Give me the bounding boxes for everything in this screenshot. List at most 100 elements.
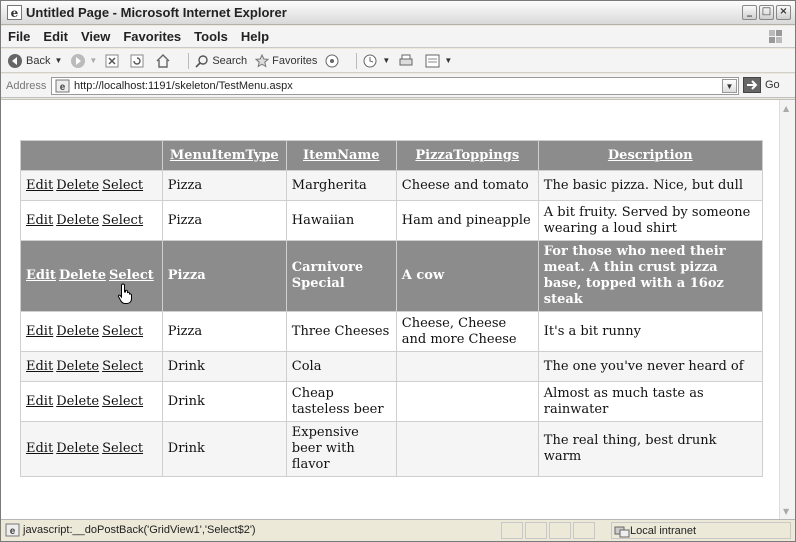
edit-button[interactable]: ▼ [425,54,452,68]
cell-description: It's a bit runny [537,311,763,352]
delete-link[interactable]: Delete [56,394,99,409]
edit-link[interactable]: Edit [26,359,53,374]
history-button[interactable]: ▼ [363,54,390,68]
go-arrow-icon [743,77,761,93]
refresh-button[interactable] [130,54,147,68]
media-button[interactable] [325,54,342,68]
scroll-up-icon[interactable]: ▲ [783,104,789,113]
command-cell: Edit Delete Select [20,240,163,312]
table-row: Edit Delete Select Pizza Hawaiian Ham and pin… [20,200,763,241]
select-link[interactable]: Select [109,268,154,283]
command-cell: Edit Delete Select [20,200,163,241]
cell-menuitemtype: Drink [161,421,287,477]
menu-view[interactable]: View [74,26,116,44]
select-link[interactable]: Select [102,394,143,409]
address-label: Address [6,80,47,92]
menu-favorites[interactable]: Favorites [116,26,187,44]
edit-link[interactable]: Edit [26,213,53,228]
cell-itemname: Three Cheeses [285,311,397,352]
command-cell: Edit Delete Select [20,421,163,477]
edit-link[interactable]: Edit [26,178,53,193]
status-pane [525,522,547,539]
go-label: Go [765,79,780,91]
toolbar-separator [188,52,190,69]
cell-pizzatoppings [395,351,539,382]
toolbar-separator [356,52,358,69]
mail-button[interactable] [398,54,417,68]
menu-bar: File Edit View Favorites Tools Help [1,26,795,48]
cell-description: The real thing, best drunk warm [537,421,763,477]
maximize-button[interactable]: □ [759,5,774,20]
minimize-button[interactable]: _ [742,5,757,20]
cell-itemname: Carnivore Special [285,240,397,312]
forward-button[interactable]: ▼ [70,53,97,69]
delete-link[interactable]: Delete [56,178,99,193]
menu-tools[interactable]: Tools [187,26,234,44]
back-button[interactable]: Back ▼ [7,53,62,69]
history-icon [363,54,377,67]
cell-description: Almost as much taste as rainwater [537,381,763,422]
address-dropdown-icon[interactable]: ▼ [722,79,737,93]
select-link[interactable]: Select [102,324,143,339]
cell-menuitemtype: Pizza [161,170,287,201]
gridview-table: MenuItemType ItemName PizzaToppings Desc… [20,140,763,477]
favorites-button[interactable]: Favorites [255,53,318,68]
svg-text:e: e [11,6,19,20]
cell-pizzatoppings: A cow [395,240,539,312]
home-button[interactable] [155,53,174,68]
search-button[interactable]: Search [195,54,247,68]
cell-pizzatoppings: Cheese, Cheese and more Cheese [395,311,539,352]
windows-logo-icon [769,30,782,43]
intranet-icon [614,526,630,538]
toolbar: Back ▼ ▼ Search Favorites ▼ ▼ [1,49,795,73]
delete-link[interactable]: Delete [56,324,99,339]
header-itemname[interactable]: ItemName [285,140,397,171]
cell-pizzatoppings [395,421,539,477]
window-title: Untitled Page - Microsoft Internet Explo… [26,5,287,20]
cell-menuitemtype: Drink [161,381,287,422]
command-cell: Edit Delete Select [20,170,163,201]
header-description[interactable]: Description [537,140,763,171]
cell-itemname: Expensive beer with flavor [285,421,397,477]
page-status-icon: e [5,523,20,537]
select-link[interactable]: Select [102,441,143,456]
command-cell: Edit Delete Select [20,381,163,422]
edit-link[interactable]: Edit [26,268,56,283]
cell-menuitemtype: Pizza [161,240,287,312]
stop-button[interactable] [105,54,122,68]
address-field[interactable]: e http://localhost:1191/skeleton/TestMen… [51,77,739,95]
delete-link[interactable]: Delete [56,213,99,228]
edit-link[interactable]: Edit [26,441,53,456]
cell-pizzatoppings: Cheese and tomato [395,170,539,201]
table-row: Edit Delete Select Drink Cheap tasteless bee… [20,381,763,422]
delete-link[interactable]: Delete [59,268,106,283]
header-pizzatoppings[interactable]: PizzaToppings [395,140,539,171]
cell-menuitemtype: Drink [161,351,287,382]
page-icon: e [55,79,70,93]
menu-file[interactable]: File [1,26,36,44]
table-row: Edit Delete Select Pizza Margherita Cheese an… [20,170,763,201]
cell-description: For those who need their meat. A thin cr… [537,240,763,312]
select-link[interactable]: Select [102,213,143,228]
select-link[interactable]: Select [102,178,143,193]
svg-text:e: e [10,526,16,537]
page-edit-icon [425,54,440,67]
back-label: Back [26,54,51,67]
edit-link[interactable]: Edit [26,394,53,409]
go-button[interactable]: Go [743,77,780,93]
edit-link[interactable]: Edit [26,324,53,339]
delete-link[interactable]: Delete [56,359,99,374]
menu-help[interactable]: Help [234,26,275,44]
delete-link[interactable]: Delete [56,441,99,456]
scroll-down-icon[interactable]: ▼ [783,507,789,516]
select-link[interactable]: Select [102,359,143,374]
favorites-label: Favorites [272,54,318,67]
status-message: javascript:__doPostBack('GridView1','Sel… [23,524,256,536]
close-button[interactable]: × [776,5,791,20]
header-menuitemtype[interactable]: MenuItemType [161,140,287,171]
cell-description: The basic pizza. Nice, but dull [537,170,763,201]
vertical-scrollbar[interactable]: ▲ ▼ [779,100,795,520]
cell-menuitemtype: Pizza [161,200,287,241]
menu-edit[interactable]: Edit [36,26,74,44]
home-icon [156,53,170,68]
